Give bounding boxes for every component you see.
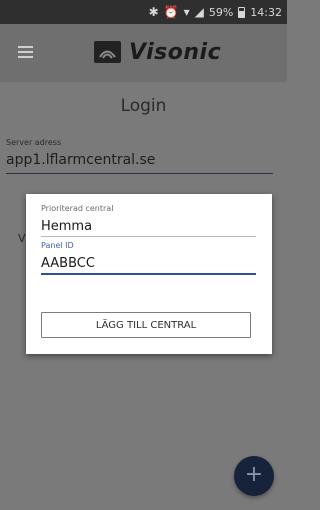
hamburger-menu-icon[interactable] xyxy=(18,46,33,58)
logo-text: Visonic xyxy=(129,39,222,65)
add-central-dialog: Prioriterad central Panel ID LÄGG TILL C… xyxy=(26,194,272,354)
battery-icon xyxy=(238,6,246,18)
clock: 14:32 xyxy=(250,5,282,19)
panel-id-input[interactable] xyxy=(41,254,256,275)
add-fab-button[interactable]: + xyxy=(234,456,274,496)
server-address-label: Server adress xyxy=(6,138,62,147)
signal-icon: ◢ xyxy=(194,5,204,19)
battery-percent: 59% xyxy=(208,5,234,19)
visonic-logo-mark xyxy=(94,41,121,63)
bluetooth-icon: ✱ xyxy=(148,5,159,19)
partial-label: V xyxy=(18,232,26,245)
server-address-field[interactable]: app1.lflarmcentral.se xyxy=(6,152,273,174)
wifi-icon: ▾ xyxy=(183,5,190,19)
status-bar: ✱ ⏰ ▾ ◢ 59% 14:32 xyxy=(0,0,287,24)
preferred-central-label: Prioriterad central xyxy=(41,204,114,213)
plus-icon: + xyxy=(244,462,264,487)
alarm-icon: ⏰ xyxy=(163,5,179,19)
preferred-central-input[interactable] xyxy=(41,216,256,237)
add-central-button[interactable]: LÄGG TILL CENTRAL xyxy=(41,312,251,338)
visonic-logo: Visonic xyxy=(94,37,221,67)
page-title: Login xyxy=(120,96,167,116)
app-bar: Visonic xyxy=(0,24,287,82)
panel-id-label: Panel ID xyxy=(41,241,74,250)
